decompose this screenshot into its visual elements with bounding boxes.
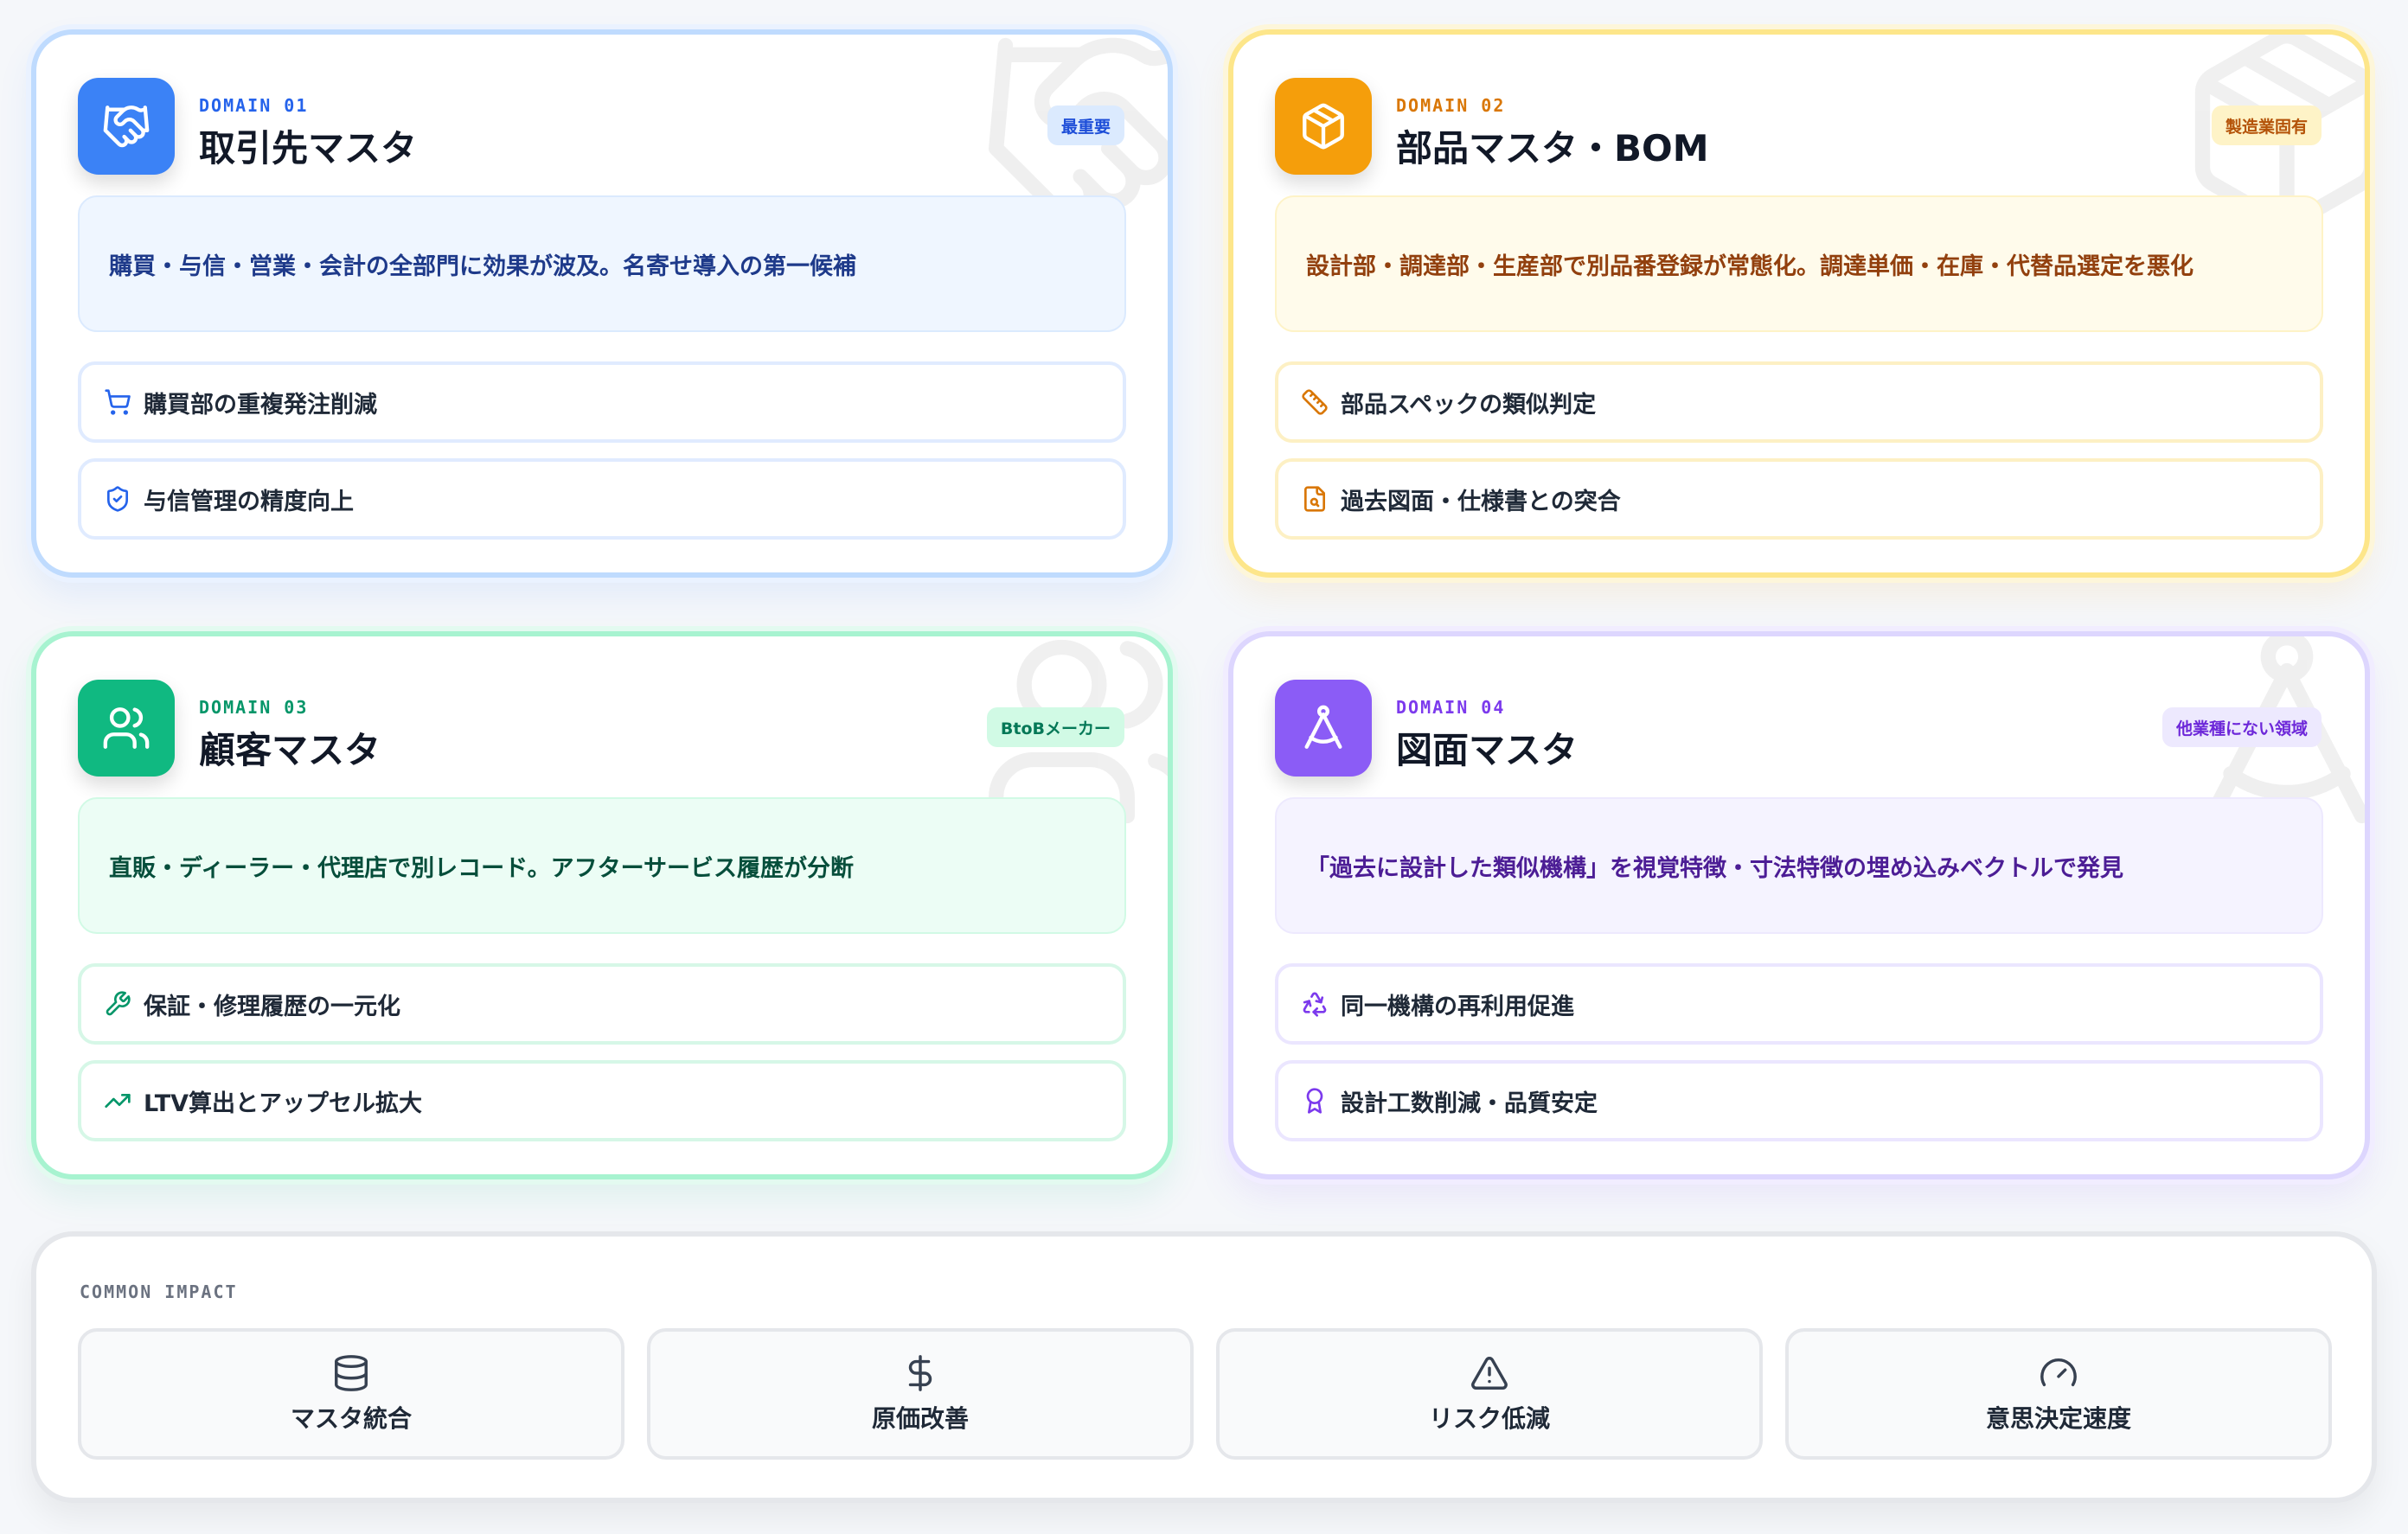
feature-label: 与信管理の精度向上 [144, 488, 354, 515]
cart-icon [104, 388, 131, 416]
description-box: 「過去に設計した類似機構」を視覚特徴・寸法特徴の埋め込みベクトルで発見 [1275, 797, 2323, 934]
wrench-icon [104, 990, 131, 1018]
users-icon [78, 680, 175, 777]
domain-label: DOMAIN 01 [199, 95, 309, 116]
category-badge: 製造業固有 [2211, 105, 2322, 145]
feature-item[interactable]: 同一機構の再利用促進 [1275, 963, 2323, 1045]
feature-label: LTV算出とアップセル拡大 [144, 1090, 423, 1117]
file-search-icon [1301, 485, 1329, 513]
description-box: 設計部・調達部・生産部で別品番登録が常態化。調達単価・在庫・代替品選定を悪化 [1275, 195, 2323, 332]
compass-icon [1275, 680, 1372, 777]
common-impact-panel: COMMON IMPACT マスタ統合 原価改善 リスク低減 意思決定速度 [31, 1231, 2377, 1503]
feature-item[interactable]: 過去図面・仕様書との突合 [1275, 458, 2323, 540]
impact-item-label: 意思決定速度 [1985, 1404, 2131, 1433]
card-title: 顧客マスタ [199, 729, 381, 771]
feature-item[interactable]: LTV算出とアップセル拡大 [78, 1060, 1126, 1141]
feature-item[interactable]: 設計工数削減・品質安定 [1275, 1060, 2323, 1141]
description-box: 購買・与信・営業・会計の全部門に効果が波及。名寄せ導入の第一候補 [78, 195, 1126, 332]
feature-item[interactable]: 与信管理の精度向上 [78, 458, 1126, 540]
feature-label: 部品スペックの類似判定 [1341, 391, 1597, 419]
feature-item[interactable]: 保証・修理履歴の一元化 [78, 963, 1126, 1045]
feature-label: 過去図面・仕様書との突合 [1341, 488, 1621, 515]
feature-label: 設計工数削減・品質安定 [1341, 1090, 1598, 1117]
category-badge: 他業種にない領域 [2161, 707, 2322, 747]
domain-card-02: DOMAIN 02 部品マスタ・BOM 製造業固有 設計部・調達部・生産部で別品… [1228, 29, 2370, 578]
impact-item-master-integration[interactable]: マスタ統合 [78, 1328, 624, 1460]
ruler-icon [1301, 388, 1329, 416]
impact-item-risk-reduction[interactable]: リスク低減 [1216, 1328, 1763, 1460]
award-icon [1301, 1087, 1329, 1115]
shield-check-icon [104, 485, 131, 513]
impact-section-label: COMMON IMPACT [80, 1282, 238, 1302]
description-box: 直販・ディーラー・代理店で別レコード。アフターサービス履歴が分断 [78, 797, 1126, 934]
domain-card-04: DOMAIN 04 図面マスタ 他業種にない領域 「過去に設計した類似機構」を視… [1228, 631, 2370, 1179]
feature-label: 保証・修理履歴の一元化 [144, 993, 400, 1020]
dollar-icon [900, 1353, 940, 1393]
domain-card-03: DOMAIN 03 顧客マスタ BtoBメーカー 直販・ディーラー・代理店で別レ… [31, 631, 1173, 1179]
gauge-icon [2039, 1353, 2078, 1393]
card-title: 取引先マスタ [199, 127, 418, 169]
impact-item-cost-improvement[interactable]: 原価改善 [647, 1328, 1194, 1460]
trending-up-icon [104, 1087, 131, 1115]
feature-item[interactable]: 部品スペックの類似判定 [1275, 361, 2323, 443]
impact-item-decision-speed[interactable]: 意思決定速度 [1785, 1328, 2332, 1460]
card-title: 図面マスタ [1396, 729, 1579, 771]
domain-card-01: DOMAIN 01 取引先マスタ 最重要 購買・与信・営業・会計の全部門に効果が… [31, 29, 1173, 578]
domain-label: DOMAIN 03 [199, 697, 309, 718]
warning-icon [1470, 1353, 1509, 1393]
impact-item-label: リスク低減 [1428, 1404, 1550, 1433]
priority-badge: 最重要 [1047, 105, 1124, 145]
impact-item-label: マスタ統合 [290, 1404, 412, 1433]
handshake-icon [78, 78, 175, 175]
feature-label: 同一機構の再利用促進 [1341, 993, 1574, 1020]
impact-item-label: 原価改善 [871, 1404, 969, 1433]
feature-label: 購買部の重複発注削減 [144, 391, 377, 419]
card-title: 部品マスタ・BOM [1396, 127, 1709, 169]
domain-label: DOMAIN 02 [1396, 95, 1506, 116]
category-badge: BtoBメーカー [986, 707, 1124, 747]
database-icon [331, 1353, 371, 1393]
package-icon [1275, 78, 1372, 175]
recycle-icon [1301, 990, 1329, 1018]
feature-item[interactable]: 購買部の重複発注削減 [78, 361, 1126, 443]
domain-label: DOMAIN 04 [1396, 697, 1506, 718]
